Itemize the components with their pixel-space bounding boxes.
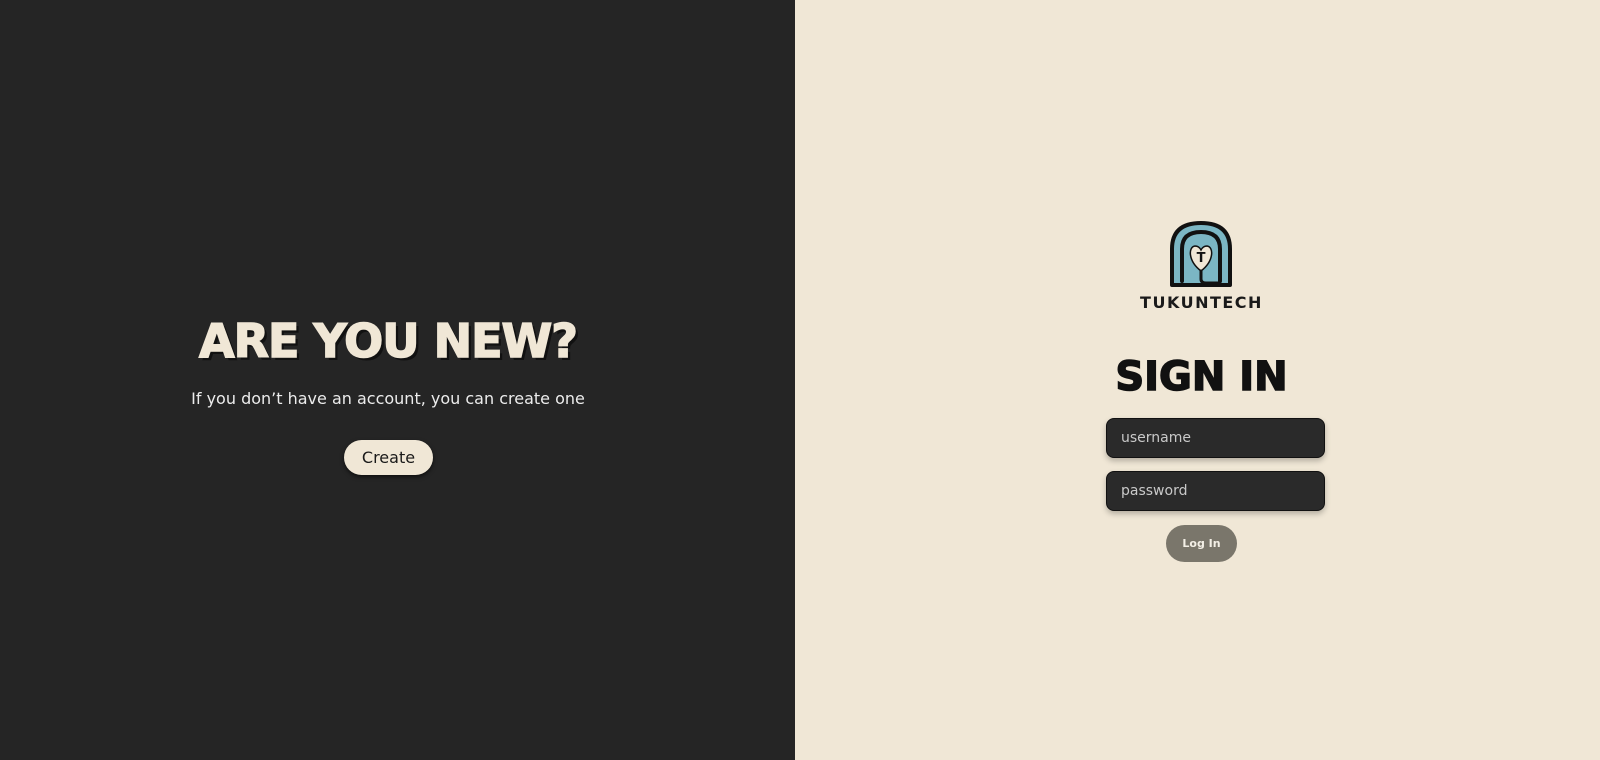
create-account-panel: ARE YOU NEW? If you don’t have an accoun… — [0, 0, 795, 760]
create-account-text: If you don’t have an account, you can cr… — [191, 389, 585, 408]
are-you-new-heading: ARE YOU NEW? — [198, 313, 578, 369]
brand-name: TUKUNTECH — [1140, 293, 1263, 312]
create-button[interactable]: Create — [344, 440, 433, 475]
sign-in-heading: SIGN IN — [1115, 353, 1289, 401]
password-input[interactable] — [1106, 471, 1325, 511]
log-in-button[interactable]: Log In — [1166, 525, 1237, 562]
username-input[interactable] — [1106, 418, 1325, 458]
logo-letter: T — [1197, 251, 1206, 266]
tukuntech-logo-icon: T — [1170, 221, 1232, 287]
